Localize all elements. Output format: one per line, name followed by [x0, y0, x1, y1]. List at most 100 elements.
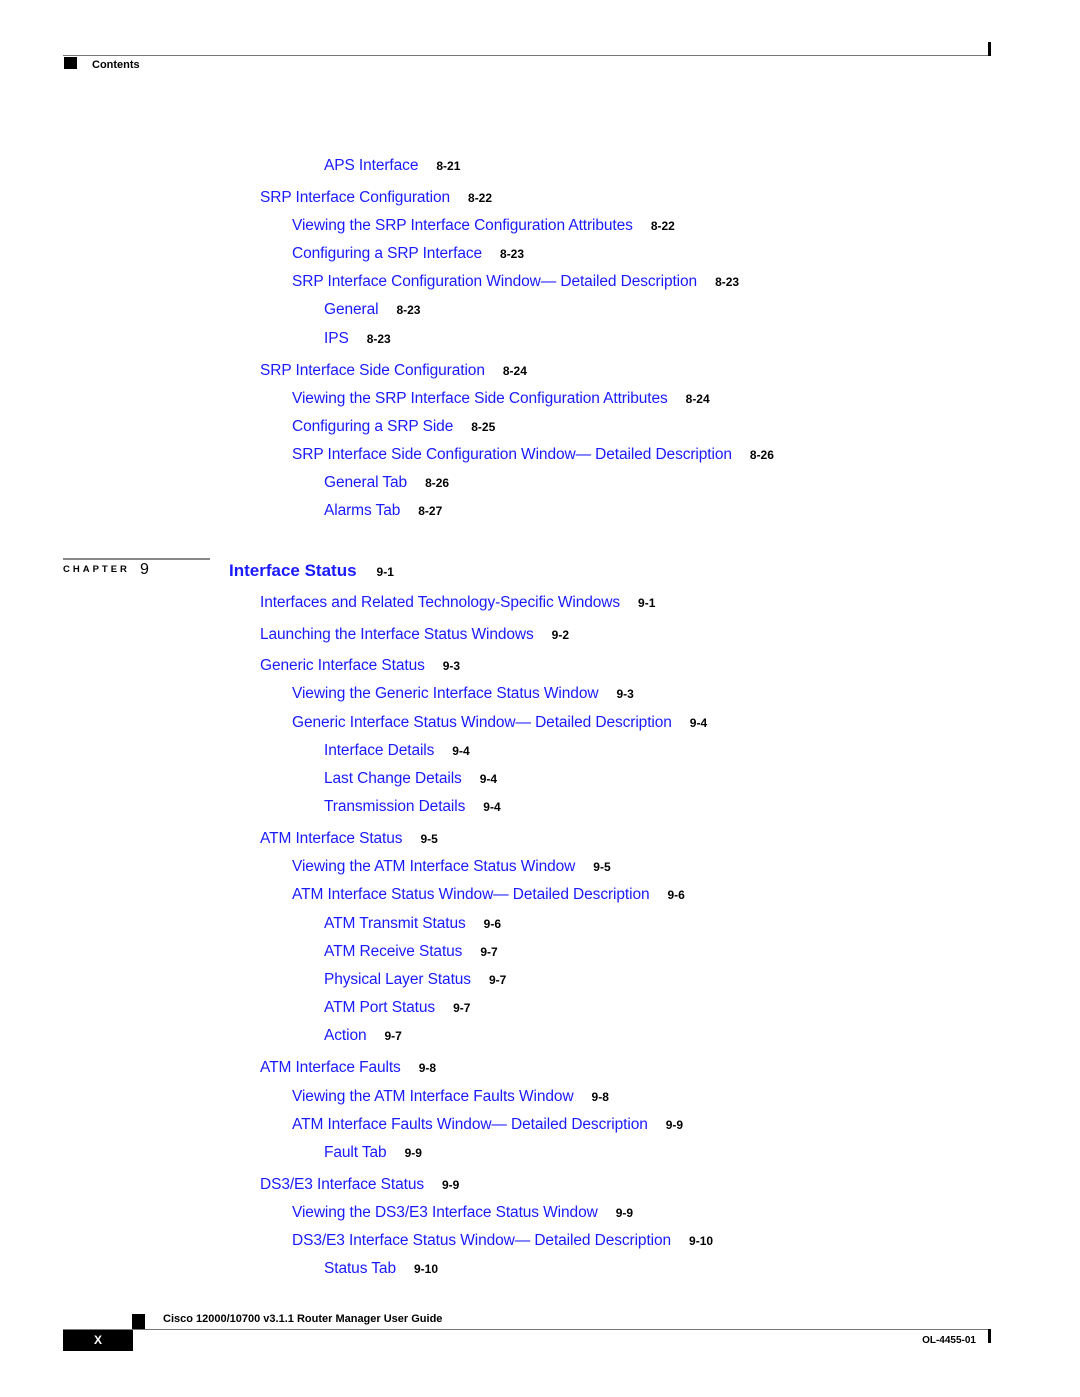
- toc-entry-page: 9-10: [413, 1262, 438, 1276]
- toc-entry[interactable]: ATM Transmit Status 9-6: [324, 915, 501, 933]
- toc-entry[interactable]: Viewing the SRP Interface Side Configura…: [292, 390, 710, 408]
- header-margin-mark: [988, 42, 991, 56]
- toc-entry[interactable]: Generic Interface Status Window— Detaile…: [292, 714, 707, 732]
- toc-entry-page: 9-5: [420, 832, 438, 846]
- toc-entry-title: SRP Interface Configuration: [260, 189, 451, 206]
- toc-entry-title: Configuring a SRP Side: [292, 418, 454, 435]
- toc-entry[interactable]: Viewing the Generic Interface Status Win…: [292, 685, 634, 703]
- toc-entry-page: 9-8: [591, 1090, 609, 1104]
- toc-entry[interactable]: Action 9-7: [324, 1027, 402, 1045]
- toc-entry[interactable]: Viewing the ATM Interface Status Window 9…: [292, 858, 611, 876]
- toc-entry-title: Alarms Tab: [324, 502, 401, 519]
- toc-entry[interactable]: Transmission Details 9-4: [324, 798, 501, 816]
- toc-entry-page: 9-4: [689, 716, 708, 730]
- toc-entry-page: 9-4: [483, 800, 501, 814]
- footer-rule: [63, 1329, 990, 1330]
- toc-entry[interactable]: Status Tab 9-10: [324, 1260, 438, 1278]
- toc-entry-page: 8-24: [685, 392, 710, 406]
- toc-entry[interactable]: Generic Interface Status 9-3: [260, 657, 460, 675]
- toc-entry-page: 9-4: [479, 772, 498, 786]
- toc-entry-page: 8-22: [650, 219, 675, 233]
- header-label: Contents: [92, 59, 140, 71]
- toc-entry-title: Viewing the SRP Interface Configuration …: [292, 217, 633, 234]
- toc-entry-page: 8-27: [418, 504, 443, 518]
- toc-entry-title: Generic Interface Status: [260, 657, 425, 674]
- toc-entry-title: Transmission Details: [324, 798, 466, 815]
- chapter-title-link[interactable]: Interface Status 9-1: [229, 561, 394, 581]
- toc-entry-page: 8-23: [715, 275, 740, 289]
- header-rule: [63, 55, 990, 56]
- toc-entry-title: Last Change Details: [324, 770, 462, 787]
- toc-entry[interactable]: SRP Interface Side Configuration Window—…: [292, 446, 774, 464]
- toc-entry-page: 9-3: [442, 659, 461, 673]
- toc-entry-title: Viewing the ATM Interface Faults Window: [292, 1088, 574, 1105]
- toc-entry[interactable]: Alarms Tab 8-27: [324, 502, 442, 520]
- toc-entry[interactable]: Viewing the ATM Interface Faults Window 9…: [292, 1088, 609, 1106]
- chapter-number: 9: [140, 561, 149, 578]
- toc-entry[interactable]: Interface Details 9-4: [324, 742, 470, 760]
- toc-entry[interactable]: Fault Tab 9-9: [324, 1144, 422, 1162]
- toc-entry[interactable]: ATM Interface Faults Window— Detailed De…: [292, 1116, 683, 1134]
- toc-entry-title: DS3/E3 Interface Status: [260, 1176, 424, 1193]
- toc-entry-title: Interface Details: [324, 742, 435, 759]
- footer-guide-title: Cisco 12000/10700 v3.1.1 Router Manager …: [163, 1313, 443, 1325]
- toc-entry-title: Viewing the SRP Interface Side Configura…: [292, 390, 668, 407]
- toc-entry-title: ATM Transmit Status: [324, 915, 466, 932]
- toc-entry-title: Viewing the Generic Interface Status Win…: [292, 685, 599, 702]
- toc-entry-title: ATM Interface Status: [260, 830, 403, 847]
- toc-entry[interactable]: Viewing the SRP Interface Configuration …: [292, 217, 675, 235]
- toc-entry-page: 9-9: [404, 1146, 422, 1160]
- toc-entry[interactable]: SRP Interface Configuration Window— Deta…: [292, 273, 739, 291]
- toc-entry[interactable]: Last Change Details 9-4: [324, 770, 497, 788]
- toc-entry-page: 9-2: [551, 628, 569, 642]
- toc-entry-title: Launching the Interface Status Windows: [260, 626, 534, 643]
- footer-block-icon: [132, 1314, 145, 1330]
- toc-entry-page: 9-7: [480, 945, 498, 959]
- toc-entry-title: Configuring a SRP Interface: [292, 245, 483, 262]
- toc-entry-title: General Tab: [324, 474, 408, 491]
- toc-entry[interactable]: Physical Layer Status 9-7: [324, 971, 506, 989]
- toc-entry[interactable]: ATM Interface Status 9-5: [260, 830, 438, 848]
- toc-entry[interactable]: ATM Port Status 9-7: [324, 999, 470, 1017]
- footer-doc-number: OL-4455-01: [922, 1335, 976, 1346]
- toc-entry-title: Interfaces and Related Technology-Specif…: [260, 594, 621, 611]
- toc-entry-title: IPS: [324, 330, 349, 347]
- toc-entry[interactable]: SRP Interface Side Configuration 8-24: [260, 362, 527, 380]
- toc-entry-page: 8-23: [366, 332, 391, 346]
- toc-entry-title: ATM Interface Faults Window— Detailed De…: [292, 1116, 648, 1133]
- toc-entry-page: 9-5: [593, 860, 611, 874]
- toc-entry-title: Generic Interface Status Window— Detaile…: [292, 714, 672, 731]
- toc-entry-page: 9-6: [667, 888, 685, 902]
- toc-entry-title: Fault Tab: [324, 1144, 387, 1161]
- toc-entry[interactable]: ATM Interface Faults 9-8: [260, 1059, 436, 1077]
- toc-entry-page: 8-25: [471, 420, 496, 434]
- toc-entry-title: DS3/E3 Interface Status Window— Detailed…: [292, 1232, 672, 1249]
- toc-entry-title: ATM Port Status: [324, 999, 436, 1016]
- toc-entry[interactable]: Interfaces and Related Technology-Specif…: [260, 594, 655, 612]
- toc-entry-title: Viewing the ATM Interface Status Window: [292, 858, 576, 875]
- toc-entry[interactable]: General Tab 8-26: [324, 474, 449, 492]
- toc-entry-title: APS Interface: [324, 157, 419, 174]
- toc-entry[interactable]: APS Interface 8-21: [324, 157, 460, 175]
- toc-entry[interactable]: SRP Interface Configuration 8-22: [260, 189, 492, 207]
- toc-entry-page: 9-9: [665, 1118, 684, 1132]
- toc-entry[interactable]: DS3/E3 Interface Status Window— Detailed…: [292, 1232, 713, 1250]
- chapter-page: 9-1: [376, 565, 394, 579]
- toc-entry[interactable]: Launching the Interface Status Windows 9-…: [260, 626, 569, 644]
- toc-entry[interactable]: General 8-23: [324, 301, 420, 319]
- toc-entry-page: 8-21: [436, 159, 461, 173]
- toc-entry[interactable]: Viewing the DS3/E3 Interface Status Wind…: [292, 1204, 633, 1222]
- toc-entry-title: Physical Layer Status: [324, 971, 471, 988]
- footer-page-number: X: [63, 1330, 133, 1351]
- toc-entry-page: 8-22: [468, 191, 493, 205]
- toc-entry[interactable]: ATM Interface Status Window— Detailed De…: [292, 886, 685, 904]
- toc-entry-page: 8-26: [425, 476, 450, 490]
- toc-entry[interactable]: Configuring a SRP Side 8-25: [292, 418, 495, 436]
- toc-entry[interactable]: Configuring a SRP Interface 8-23: [292, 245, 524, 263]
- toc-entry-title: ATM Interface Status Window— Detailed De…: [292, 886, 650, 903]
- toc-entry[interactable]: IPS 8-23: [324, 330, 391, 348]
- footer-margin-mark: [988, 1329, 991, 1343]
- toc-entry[interactable]: ATM Receive Status 9-7: [324, 943, 498, 961]
- toc-entry-page: 9-7: [453, 1001, 471, 1015]
- toc-entry[interactable]: DS3/E3 Interface Status 9-9: [260, 1176, 459, 1194]
